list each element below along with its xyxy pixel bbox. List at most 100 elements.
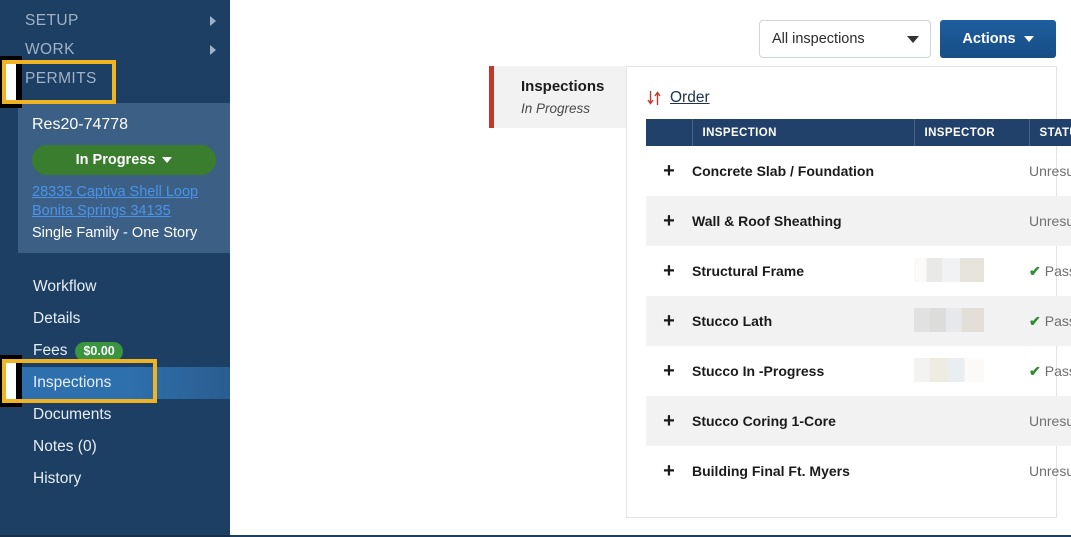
th-status[interactable]: STATUS [1029, 119, 1071, 146]
row-expand-cell[interactable]: + [646, 296, 692, 346]
row-expand-cell[interactable]: + [646, 346, 692, 396]
table-row[interactable]: + Stucco Lath ✔Passed [646, 296, 1071, 346]
sidebar-item-label: Details [33, 310, 81, 327]
cell-inspector [914, 346, 1029, 396]
plus-icon: + [663, 160, 675, 182]
sidebar-item-notes[interactable]: Notes (0) [0, 431, 230, 463]
table-row[interactable]: + Building Final Ft. Myers Unresulted [646, 446, 1071, 496]
app-root: SETUP WORK PERMITS Res20-74778 In Progre… [0, 0, 1071, 537]
nav-groups: SETUP WORK PERMITS [0, 0, 230, 93]
nav-group-work-label: WORK [25, 40, 75, 58]
permit-type: Single Family - One Story [32, 225, 198, 241]
sidebar-item-label: Inspections [33, 374, 112, 391]
tab-inspections[interactable]: Inspections In Progress [489, 66, 626, 128]
status-text: Passed [1044, 262, 1071, 279]
plus-icon: + [663, 410, 675, 432]
sort-arrows-icon [647, 91, 661, 105]
th-inspector[interactable]: INSPECTOR [914, 119, 1030, 146]
tab-subtitle: In Progress [521, 101, 591, 116]
row-expand-cell[interactable]: + [646, 246, 692, 296]
chevron-down-icon [1023, 36, 1034, 42]
row-expand-cell[interactable]: + [646, 196, 692, 246]
permit-nav-list: Workflow Details Fees $0.00 Inspections … [0, 271, 230, 495]
table-row[interactable]: + Stucco Coring 1-Core Unresulted [646, 396, 1071, 446]
table-row[interactable]: + Structural Frame ✔Passed [646, 246, 1071, 296]
annotation-marker-left-bottom-inner [6, 361, 16, 399]
sidebar-item-details[interactable]: Details [0, 303, 230, 335]
cell-inspector [914, 246, 1029, 296]
order-control[interactable]: Order [627, 67, 1056, 107]
cell-inspector [914, 146, 1029, 196]
check-icon: ✔ [1029, 312, 1041, 329]
order-link[interactable]: Order [670, 89, 710, 107]
status-text: Unresulted [1029, 213, 1071, 229]
cell-status: Unresulted [1029, 396, 1071, 446]
sidebar-item-label: Documents [33, 406, 112, 423]
redacted-inspector-name [914, 257, 984, 282]
plus-icon: + [663, 310, 675, 332]
permit-status-dropdown[interactable]: In Progress [32, 145, 216, 175]
fees-amount-badge: $0.00 [75, 341, 123, 361]
status-text: Passed [1044, 312, 1071, 329]
status-text: Unresulted [1029, 463, 1071, 479]
chevron-down-icon [162, 157, 173, 164]
table-header-row: INSPECTION INSPECTOR STATUS [646, 119, 1071, 146]
inspections-panel: Order INSPECTION INSPECTOR STATUS + [626, 66, 1071, 518]
table-row[interactable]: + Concrete Slab / Foundation Unresulted [646, 146, 1071, 196]
actions-button[interactable]: Actions [940, 20, 1056, 58]
permit-summary-card: Res20-74778 In Progress 28335 Captiva Sh… [18, 103, 230, 253]
cell-inspection: Stucco Coring 1-Core [692, 413, 836, 429]
redacted-inspector-name [914, 357, 984, 382]
cell-inspection: Wall & Roof Sheathing [692, 213, 842, 229]
table-row[interactable]: + Wall & Roof Sheathing Unresulted [646, 196, 1071, 246]
actions-button-label: Actions [962, 31, 1016, 47]
plus-icon: + [663, 460, 675, 482]
inspection-filter-select[interactable]: All inspections [759, 20, 931, 58]
table-body: + Concrete Slab / Foundation Unresulted … [646, 146, 1071, 496]
sidebar-item-label: Workflow [33, 278, 97, 295]
main-content: All inspections Actions Inspections In P… [230, 0, 1071, 537]
cell-status: Unresulted [1029, 196, 1071, 246]
cell-inspection: Stucco In -Progress [692, 363, 825, 379]
cell-inspector [914, 196, 1029, 246]
inspections-table: INSPECTION INSPECTOR STATUS + Concrete S… [646, 119, 1071, 496]
sidebar-item-inspections[interactable]: Inspections [0, 367, 230, 399]
table-header: INSPECTION INSPECTOR STATUS [646, 119, 1071, 146]
content-toolbar: All inspections Actions [759, 20, 1056, 58]
cell-status: ✔Passed [1029, 346, 1071, 396]
nav-group-setup-label: SETUP [25, 11, 79, 29]
table-row[interactable]: + Stucco In -Progress ✔Passed [646, 346, 1071, 396]
status-text: Passed [1044, 362, 1071, 379]
sidebar-item-label: Fees [33, 342, 68, 359]
cell-inspection: Concrete Slab / Foundation [692, 163, 875, 179]
nav-group-work[interactable]: WORK [0, 35, 230, 64]
sidebar-item-documents[interactable]: Documents [0, 399, 230, 431]
status-text: Unresulted [1029, 413, 1071, 429]
permit-address-line2[interactable]: Bonita Springs 34135 [18, 202, 230, 221]
check-icon: ✔ [1029, 362, 1041, 379]
row-expand-cell[interactable]: + [646, 396, 692, 446]
cell-inspection: Stucco Lath [692, 313, 773, 329]
nav-group-permits-label: PERMITS [25, 69, 97, 87]
th-inspection[interactable]: INSPECTION [692, 119, 915, 146]
sidebar-item-history[interactable]: History [0, 463, 230, 495]
sidebar-item-fees[interactable]: Fees $0.00 [0, 335, 230, 367]
row-expand-cell[interactable]: + [646, 446, 692, 496]
nav-group-setup[interactable]: SETUP [0, 6, 230, 35]
inspection-filter-value: All inspections [772, 31, 865, 47]
tab-title: Inspections [521, 78, 605, 95]
permit-status-label: In Progress [75, 152, 156, 168]
chevron-right-icon [210, 44, 216, 55]
cell-status: ✔Passed [1029, 296, 1071, 346]
nav-group-permits[interactable]: PERMITS [0, 64, 230, 93]
sidebar-item-workflow[interactable]: Workflow [0, 271, 230, 303]
permit-address-line1[interactable]: 28335 Captiva Shell Loop [18, 183, 230, 202]
cell-status: Unresulted [1029, 446, 1071, 496]
left-sidebar: SETUP WORK PERMITS Res20-74778 In Progre… [0, 0, 230, 537]
check-icon: ✔ [1029, 262, 1041, 279]
cell-status: Unresulted [1029, 146, 1071, 196]
cell-inspector [914, 396, 1029, 446]
row-expand-cell[interactable]: + [646, 146, 692, 196]
cell-inspector [914, 446, 1029, 496]
plus-icon: + [663, 260, 675, 282]
